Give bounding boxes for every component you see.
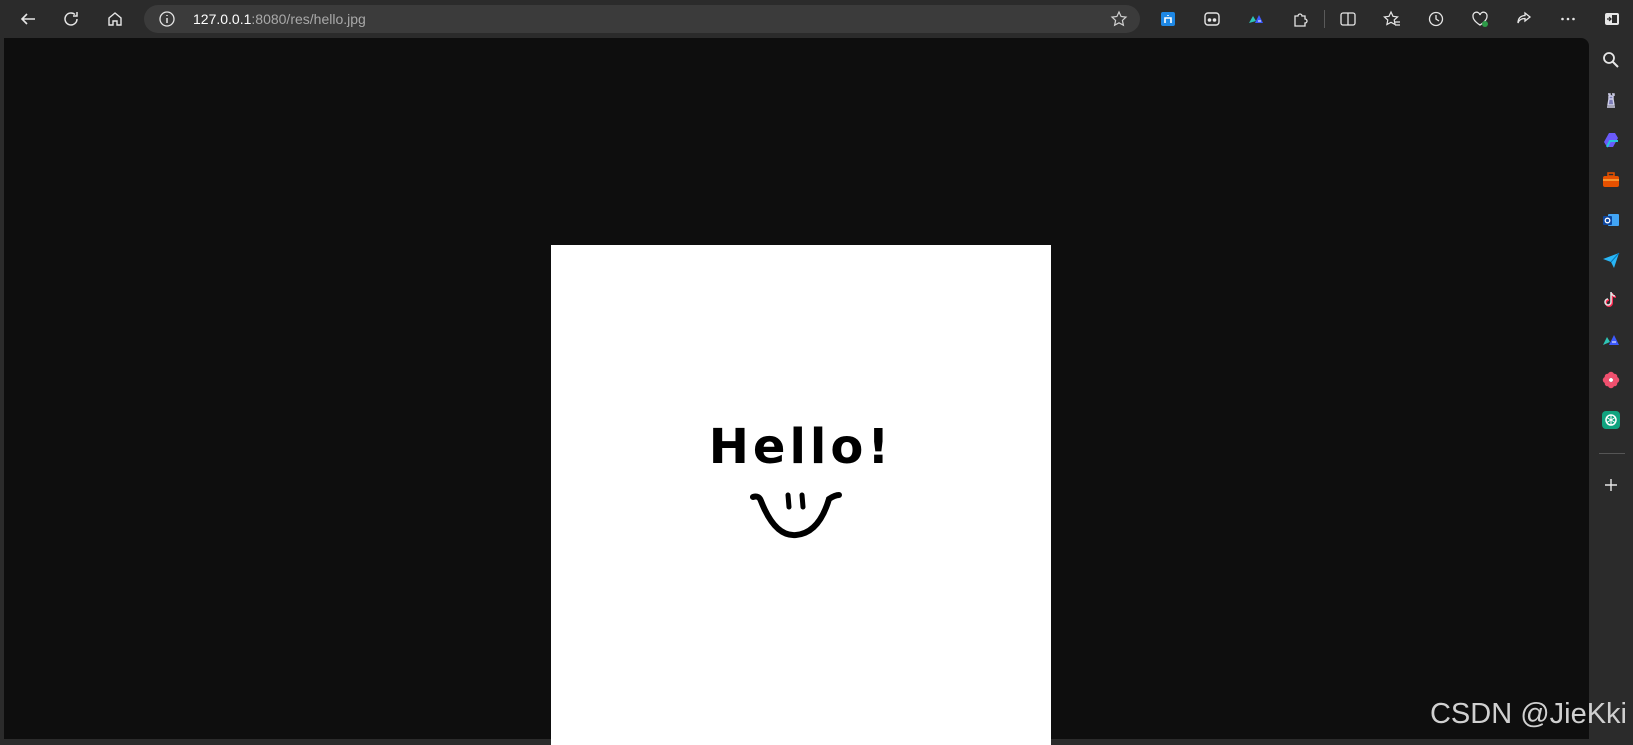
url-host: 127.0.0.1: [193, 11, 252, 27]
toolbar-separator: [1324, 10, 1325, 28]
browser-essentials-icon[interactable]: [1466, 5, 1494, 33]
history-icon[interactable]: [1422, 5, 1450, 33]
more-icon[interactable]: [1554, 5, 1582, 33]
sidebar-toggle-icon[interactable]: [1598, 5, 1626, 33]
info-icon[interactable]: [158, 10, 176, 28]
search-icon[interactable]: [1597, 46, 1625, 74]
smiley-face: [750, 492, 842, 539]
url-text[interactable]: 127.0.0.1:8080/res/hello.jpg: [193, 11, 366, 27]
browser-sidebar: [1589, 38, 1633, 739]
back-icon[interactable]: [14, 5, 42, 33]
send-icon[interactable]: [1597, 246, 1625, 274]
translate-icon[interactable]: [1597, 326, 1625, 354]
url-path: :8080/res/hello.jpg: [251, 11, 366, 27]
extension-mask-icon[interactable]: [1198, 5, 1226, 33]
split-screen-icon[interactable]: [1334, 5, 1362, 33]
favorites-icon[interactable]: [1378, 5, 1406, 33]
home-icon[interactable]: [101, 5, 129, 33]
image-hello-text: Hello!: [708, 419, 894, 475]
page-viewport: Hello!: [4, 38, 1589, 745]
favorite-star-icon[interactable]: [1110, 10, 1128, 28]
hello-image: Hello!: [551, 245, 1051, 745]
flower-icon[interactable]: [1597, 366, 1625, 394]
tools-icon[interactable]: [1597, 166, 1625, 194]
extension-translate-icon[interactable]: [1242, 5, 1270, 33]
address-bar[interactable]: 127.0.0.1:8080/res/hello.jpg: [144, 5, 1140, 33]
refresh-icon[interactable]: [57, 5, 85, 33]
sidebar-separator: [1599, 453, 1625, 454]
share-icon[interactable]: [1510, 5, 1538, 33]
watermark: CSDN @JieKki: [1429, 698, 1627, 730]
copilot-icon[interactable]: [1597, 126, 1625, 154]
outlook-icon[interactable]: [1597, 206, 1625, 234]
chess-icon[interactable]: [1597, 86, 1625, 114]
chatgpt-icon[interactable]: [1597, 406, 1625, 434]
add-icon[interactable]: [1597, 471, 1625, 499]
extensions-puzzle-icon[interactable]: [1286, 5, 1314, 33]
browser-toolbar: 127.0.0.1:8080/res/hello.jpg: [0, 0, 1633, 38]
tiktok-icon[interactable]: [1597, 286, 1625, 314]
extension-blue-icon[interactable]: [1154, 5, 1182, 33]
